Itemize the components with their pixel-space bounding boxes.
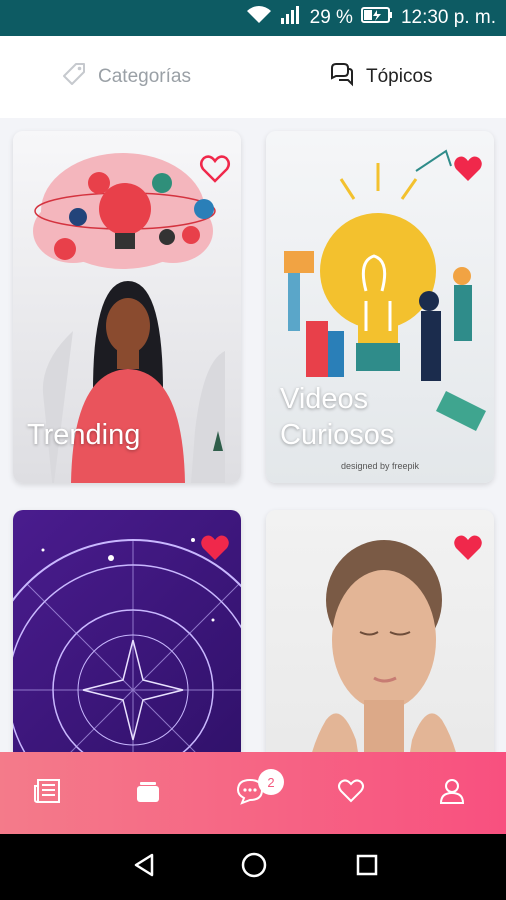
battery-charging-icon bbox=[361, 6, 393, 30]
back-triangle-icon bbox=[132, 852, 156, 883]
card-title: Trending bbox=[27, 417, 140, 453]
favorite-heart-icon[interactable] bbox=[199, 153, 231, 185]
favorite-heart-icon[interactable] bbox=[199, 532, 231, 564]
card-title-line-2: Curiosos bbox=[280, 417, 394, 453]
system-navigation-bar bbox=[0, 834, 506, 900]
status-indicators: 29 % 12:30 p. m. bbox=[246, 0, 496, 36]
recents-button[interactable] bbox=[337, 834, 397, 900]
topic-card-skincare[interactable] bbox=[266, 510, 494, 752]
bottom-navigation: 2 bbox=[0, 752, 506, 834]
back-button[interactable] bbox=[114, 834, 174, 900]
topic-card-zodiac[interactable] bbox=[13, 510, 241, 752]
battery-percentage: 29 % bbox=[310, 7, 353, 29]
home-button[interactable] bbox=[224, 834, 284, 900]
nav-favorites[interactable] bbox=[321, 752, 381, 834]
tag-icon bbox=[60, 60, 88, 94]
image-credit: designed by freepik bbox=[266, 461, 494, 471]
profile-icon bbox=[438, 777, 466, 810]
home-circle-icon bbox=[241, 852, 267, 883]
tab-categorias-label: Categorías bbox=[98, 66, 191, 88]
chat-notification-badge: 2 bbox=[258, 769, 284, 795]
nav-topics[interactable] bbox=[118, 752, 178, 834]
favorite-heart-icon[interactable] bbox=[452, 532, 484, 564]
tab-topicos[interactable]: Tópicos bbox=[328, 36, 433, 118]
heart-icon bbox=[337, 778, 365, 809]
card-title-line-1: Videos bbox=[280, 381, 394, 417]
nav-news[interactable] bbox=[17, 752, 77, 834]
recents-square-icon bbox=[355, 853, 379, 882]
status-bar: 29 % 12:30 p. m. bbox=[0, 0, 506, 36]
clock: 12:30 p. m. bbox=[401, 7, 496, 29]
topics-grid: Trending Videos Curiosos designe bbox=[0, 118, 506, 752]
tab-topicos-label: Tópicos bbox=[366, 66, 433, 88]
card-title: Videos Curiosos bbox=[280, 381, 394, 453]
topic-card-videos-curiosos[interactable]: Videos Curiosos designed by freepik bbox=[266, 131, 494, 483]
topic-card-trending[interactable]: Trending bbox=[13, 131, 241, 483]
tab-categorias[interactable]: Categorías bbox=[60, 36, 191, 118]
nav-profile[interactable] bbox=[422, 752, 482, 834]
tab-bar: Categorías Tópicos bbox=[0, 36, 506, 118]
chat-bubbles-icon bbox=[328, 60, 356, 94]
wifi-icon bbox=[246, 5, 272, 31]
news-icon bbox=[33, 778, 61, 809]
favorite-heart-icon[interactable] bbox=[452, 153, 484, 185]
cards-icon bbox=[134, 778, 162, 809]
signal-icon bbox=[280, 5, 302, 31]
